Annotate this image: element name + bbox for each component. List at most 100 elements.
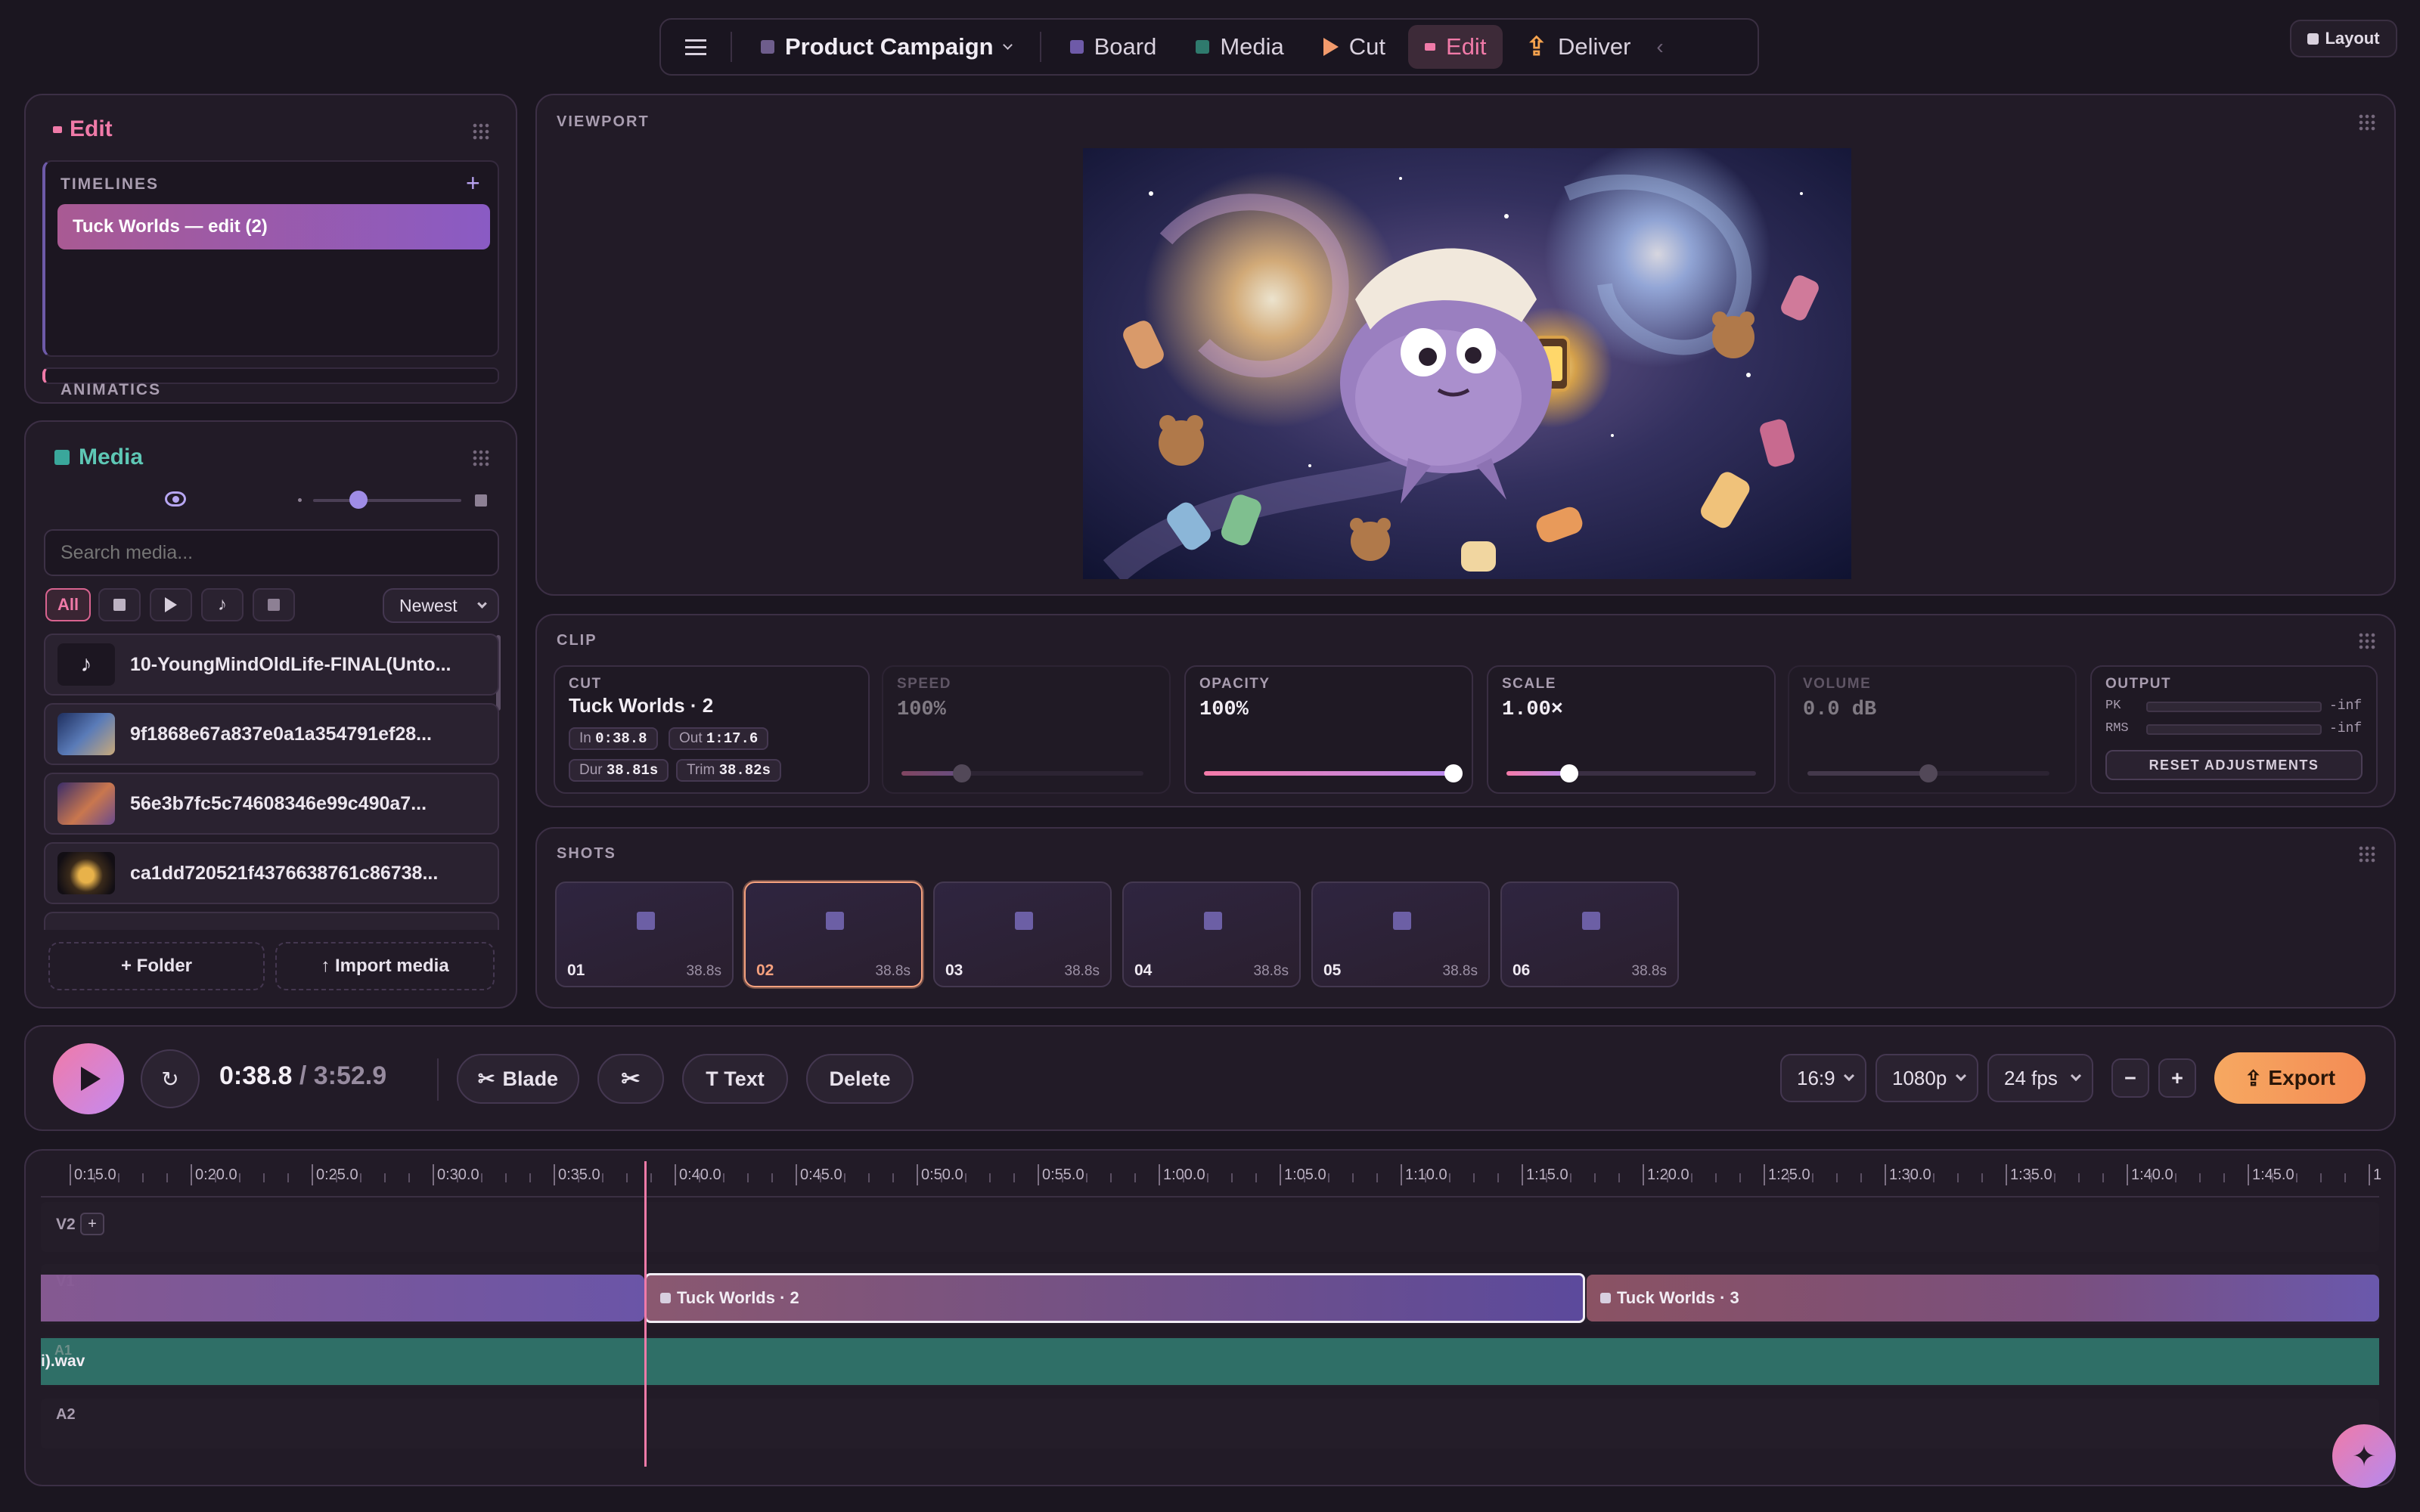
out-value: 1:17.6: [706, 730, 759, 747]
add-text-button[interactable]: T Text: [682, 1054, 788, 1104]
clip-opacity-card: OPACITY 100%: [1184, 665, 1473, 794]
add-timeline-icon[interactable]: +: [466, 169, 480, 197]
aspect-ratio-select[interactable]: 16:9: [1780, 1054, 1866, 1102]
drag-handle-icon[interactable]: [472, 122, 490, 141]
filter-audio-button[interactable]: ♪: [201, 588, 244, 621]
filter-all-button[interactable]: All: [45, 588, 91, 621]
ruler-minor-tick: [1909, 1173, 1910, 1182]
slider-knob[interactable]: [1919, 764, 1938, 782]
tab-cut[interactable]: Cut: [1307, 25, 1402, 69]
menu-icon[interactable]: [673, 25, 718, 69]
reset-adjustments-button[interactable]: RESET ADJUSTMENTS: [2105, 750, 2363, 780]
resolution-select[interactable]: 1080p: [1876, 1054, 1978, 1102]
filter-other-button[interactable]: [253, 588, 295, 621]
ruler-minor-tick: [1134, 1173, 1136, 1182]
filter-image-button[interactable]: [98, 588, 141, 621]
ruler-major-tick: [1885, 1164, 1886, 1185]
slider-knob[interactable]: [1444, 764, 1463, 782]
out-point-chip[interactable]: Out 1:17.6: [669, 727, 769, 750]
shot-card[interactable]: 05 38.8s: [1311, 881, 1490, 987]
ruler-major-tick: [1643, 1164, 1644, 1185]
export-button[interactable]: ⇪ Export: [2214, 1052, 2366, 1104]
drag-handle-icon[interactable]: [472, 449, 490, 467]
ruler-major-tick: [2248, 1164, 2249, 1185]
ruler-minor-tick: [868, 1173, 870, 1182]
delete-button[interactable]: Delete: [806, 1054, 914, 1104]
tab-board[interactable]: Board: [1053, 25, 1174, 69]
loop-icon: ↻: [161, 1067, 179, 1091]
ruler-minor-tick: [2102, 1173, 2104, 1182]
timeline-clip-1[interactable]: [41, 1275, 644, 1321]
eye-icon[interactable]: [165, 491, 186, 507]
trim-chip: Trim 38.82s: [676, 759, 781, 782]
filter-video-button[interactable]: [150, 588, 192, 621]
volume-slider[interactable]: [1807, 764, 2049, 782]
in-point-chip[interactable]: In 0:38.8: [569, 727, 658, 750]
chevron-left-icon[interactable]: ‹: [1656, 35, 1663, 59]
timeline-item[interactable]: Tuck Worlds — edit (2): [57, 204, 490, 249]
zoom-in-button[interactable]: +: [2158, 1058, 2196, 1098]
drag-handle-icon[interactable]: [2358, 845, 2376, 863]
ruler-minor-tick: [1328, 1173, 1329, 1182]
media-list-item[interactable]: ca1dd720521f4376638761c86738...: [44, 842, 499, 904]
sort-select[interactable]: Newest: [383, 588, 499, 623]
play-button[interactable]: [53, 1043, 124, 1114]
ruler-minor-tick: [2223, 1173, 2225, 1182]
drag-handle-icon[interactable]: [2358, 632, 2376, 650]
fps-select[interactable]: 24 fps: [1987, 1054, 2093, 1102]
opacity-slider[interactable]: [1204, 764, 1463, 782]
tab-edit[interactable]: Edit: [1408, 25, 1503, 69]
audio-clip[interactable]: i).wav: [41, 1338, 2379, 1385]
image-square-icon: [113, 599, 126, 611]
media-item-name: ca1dd720521f4376638761c86738...: [130, 862, 439, 884]
add-track-v2-button[interactable]: +: [80, 1213, 104, 1235]
search-input[interactable]: [45, 531, 498, 575]
thumbnail-size-slider[interactable]: [313, 491, 461, 509]
shot-placeholder-icon: [1582, 912, 1600, 930]
tab-deliver[interactable]: ⇪ Deliver: [1509, 25, 1647, 69]
scale-slider[interactable]: [1506, 764, 1756, 782]
shot-card[interactable]: 01 38.8s: [555, 881, 734, 987]
media-list-item[interactable]: 9f1868e67a837e0a1a354791ef28...: [44, 703, 499, 765]
slider-knob[interactable]: [953, 764, 971, 782]
timeline-clip-3[interactable]: Tuck Worlds · 3: [1587, 1275, 2379, 1321]
track-label-a1: A1: [54, 1343, 73, 1358]
zoom-out-button[interactable]: −: [2111, 1058, 2149, 1098]
scale-value: 1.00×: [1502, 699, 1564, 721]
animatics-header[interactable]: ANIMATICS: [60, 381, 161, 399]
media-search-field[interactable]: [44, 529, 499, 576]
media-list-item[interactable]: ♪ 10-YoungMindOldLife-FINAL(Unto...: [44, 634, 499, 696]
slider-knob[interactable]: [349, 491, 368, 509]
shot-placeholder-icon: [637, 912, 655, 930]
media-title-text: Media: [79, 445, 144, 469]
split-button[interactable]: ✂: [597, 1054, 664, 1104]
assistant-sparkle-button[interactable]: ✦: [2332, 1424, 2396, 1488]
timeline-clip-2[interactable]: Tuck Worlds · 2: [644, 1273, 1585, 1323]
project-name: Product Campaign: [785, 33, 994, 60]
shot-card[interactable]: 06 38.8s: [1500, 881, 1679, 987]
rms-meter: [2146, 724, 2322, 735]
shot-card[interactable]: 03 38.8s: [933, 881, 1112, 987]
layout-button[interactable]: Layout: [2290, 20, 2397, 57]
import-media-button[interactable]: ↑ Import media: [275, 942, 495, 990]
scissors-icon: ✂: [621, 1066, 641, 1092]
media-list-item[interactable]: 56e3b7fc5c74608346e99c490a7...: [44, 773, 499, 835]
shot-card[interactable]: 02 38.8s: [744, 881, 923, 987]
project-selector[interactable]: Product Campaign: [744, 25, 1028, 69]
tab-media[interactable]: Media: [1179, 25, 1300, 69]
edit-title-text: Edit: [70, 116, 113, 141]
size-small-icon: [298, 498, 302, 502]
loop-button[interactable]: ↻: [141, 1049, 200, 1108]
drag-handle-icon[interactable]: [2358, 113, 2376, 132]
shot-card[interactable]: 04 38.8s: [1122, 881, 1301, 987]
shots-header: SHOTS: [557, 845, 616, 862]
ruler-minor-tick: [1618, 1173, 1620, 1182]
playhead[interactable]: [644, 1161, 647, 1467]
speed-slider[interactable]: [901, 764, 1143, 782]
current-time: 0:38.8: [219, 1061, 293, 1090]
slider-knob[interactable]: [1559, 764, 1578, 782]
blade-button[interactable]: ✂ Blade: [457, 1054, 579, 1104]
ruler-minor-tick: [2344, 1173, 2346, 1182]
add-folder-button[interactable]: + Folder: [48, 942, 265, 990]
ruler-minor-tick: [118, 1173, 119, 1182]
